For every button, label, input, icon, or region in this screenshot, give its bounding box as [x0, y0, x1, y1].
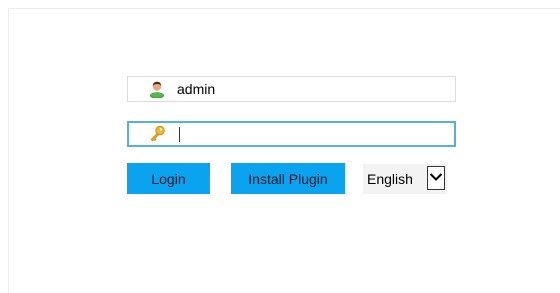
login-page: [8, 8, 560, 293]
key-icon: [148, 125, 166, 143]
chevron-down-icon: [429, 173, 443, 181]
password-field[interactable]: [127, 121, 456, 147]
login-button[interactable]: Login: [127, 163, 210, 194]
language-select[interactable]: English: [363, 164, 447, 194]
language-selected-value: English: [367, 171, 413, 187]
install-plugin-button[interactable]: Install Plugin: [231, 163, 345, 194]
username-field[interactable]: [127, 76, 456, 102]
language-dropdown-button[interactable]: [427, 166, 445, 190]
username-input[interactable]: [177, 79, 447, 99]
user-icon: [148, 80, 166, 99]
text-cursor: [179, 127, 180, 142]
password-input[interactable]: [177, 124, 447, 144]
